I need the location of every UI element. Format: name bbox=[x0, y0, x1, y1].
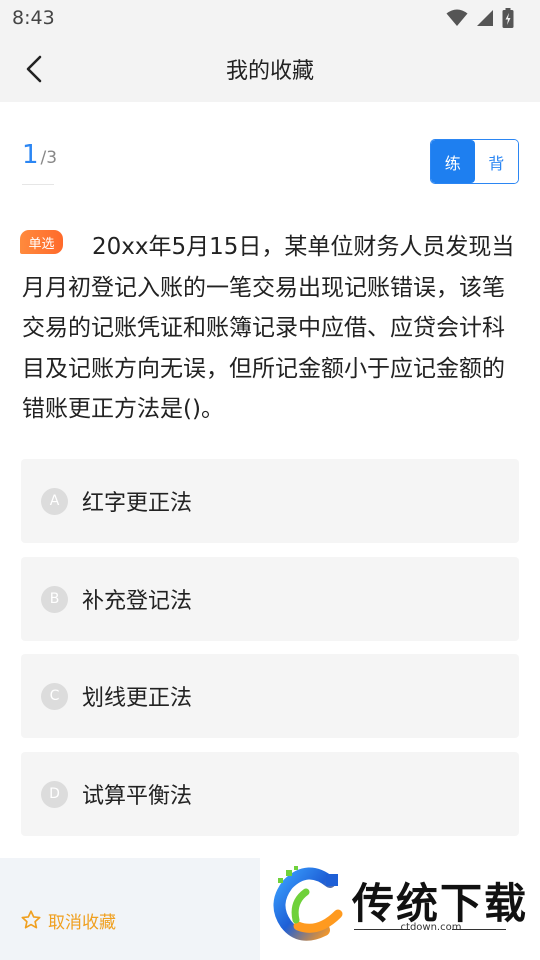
battery-icon bbox=[502, 8, 514, 28]
option-letter: D bbox=[41, 780, 68, 808]
practice-mode-button[interactable]: 练 bbox=[431, 140, 475, 183]
uncollect-label: 取消收藏 bbox=[48, 912, 116, 933]
star-icon bbox=[21, 910, 41, 929]
status-icons bbox=[446, 8, 514, 28]
option-letter: C bbox=[41, 682, 68, 710]
option-b[interactable]: B 补充登记法 bbox=[21, 557, 519, 641]
option-text: 试算平衡法 bbox=[82, 784, 193, 809]
option-text: 补充登记法 bbox=[82, 589, 193, 614]
status-bar: 8:43 bbox=[0, 0, 540, 36]
question-counter: 1 /3 bbox=[22, 140, 57, 184]
status-time: 8:43 bbox=[12, 7, 55, 29]
watermark-url: ctdown.com bbox=[400, 922, 462, 933]
watermark: 传统下载 ctdown.com bbox=[260, 858, 540, 960]
counter-current: 1 bbox=[22, 140, 39, 170]
nav-bar: 我的收藏 bbox=[0, 36, 540, 102]
recite-mode-button[interactable]: 背 bbox=[474, 140, 518, 183]
wifi-icon bbox=[446, 9, 468, 26]
cell-signal-icon bbox=[477, 10, 493, 26]
option-text: 红字更正法 bbox=[82, 491, 193, 516]
option-a[interactable]: A 红字更正法 bbox=[21, 459, 519, 543]
question-text: 20xx年5月15日，某单位财务人员发现当月月初登记入账的一笔交易出现记账错误，… bbox=[22, 234, 515, 422]
counter-underline bbox=[22, 184, 54, 185]
watermark-logo-icon bbox=[273, 866, 343, 941]
page-title: 我的收藏 bbox=[225, 59, 314, 84]
mode-toggle: 练 背 bbox=[430, 139, 519, 184]
option-text: 划线更正法 bbox=[82, 686, 193, 711]
option-c[interactable]: C 划线更正法 bbox=[21, 654, 519, 738]
option-d[interactable]: D 试算平衡法 bbox=[21, 752, 519, 836]
option-letter: A bbox=[41, 487, 68, 515]
option-letter: B bbox=[41, 585, 68, 613]
counter-total: /3 bbox=[40, 148, 58, 168]
uncollect-button[interactable]: 取消收藏 bbox=[20, 905, 116, 935]
